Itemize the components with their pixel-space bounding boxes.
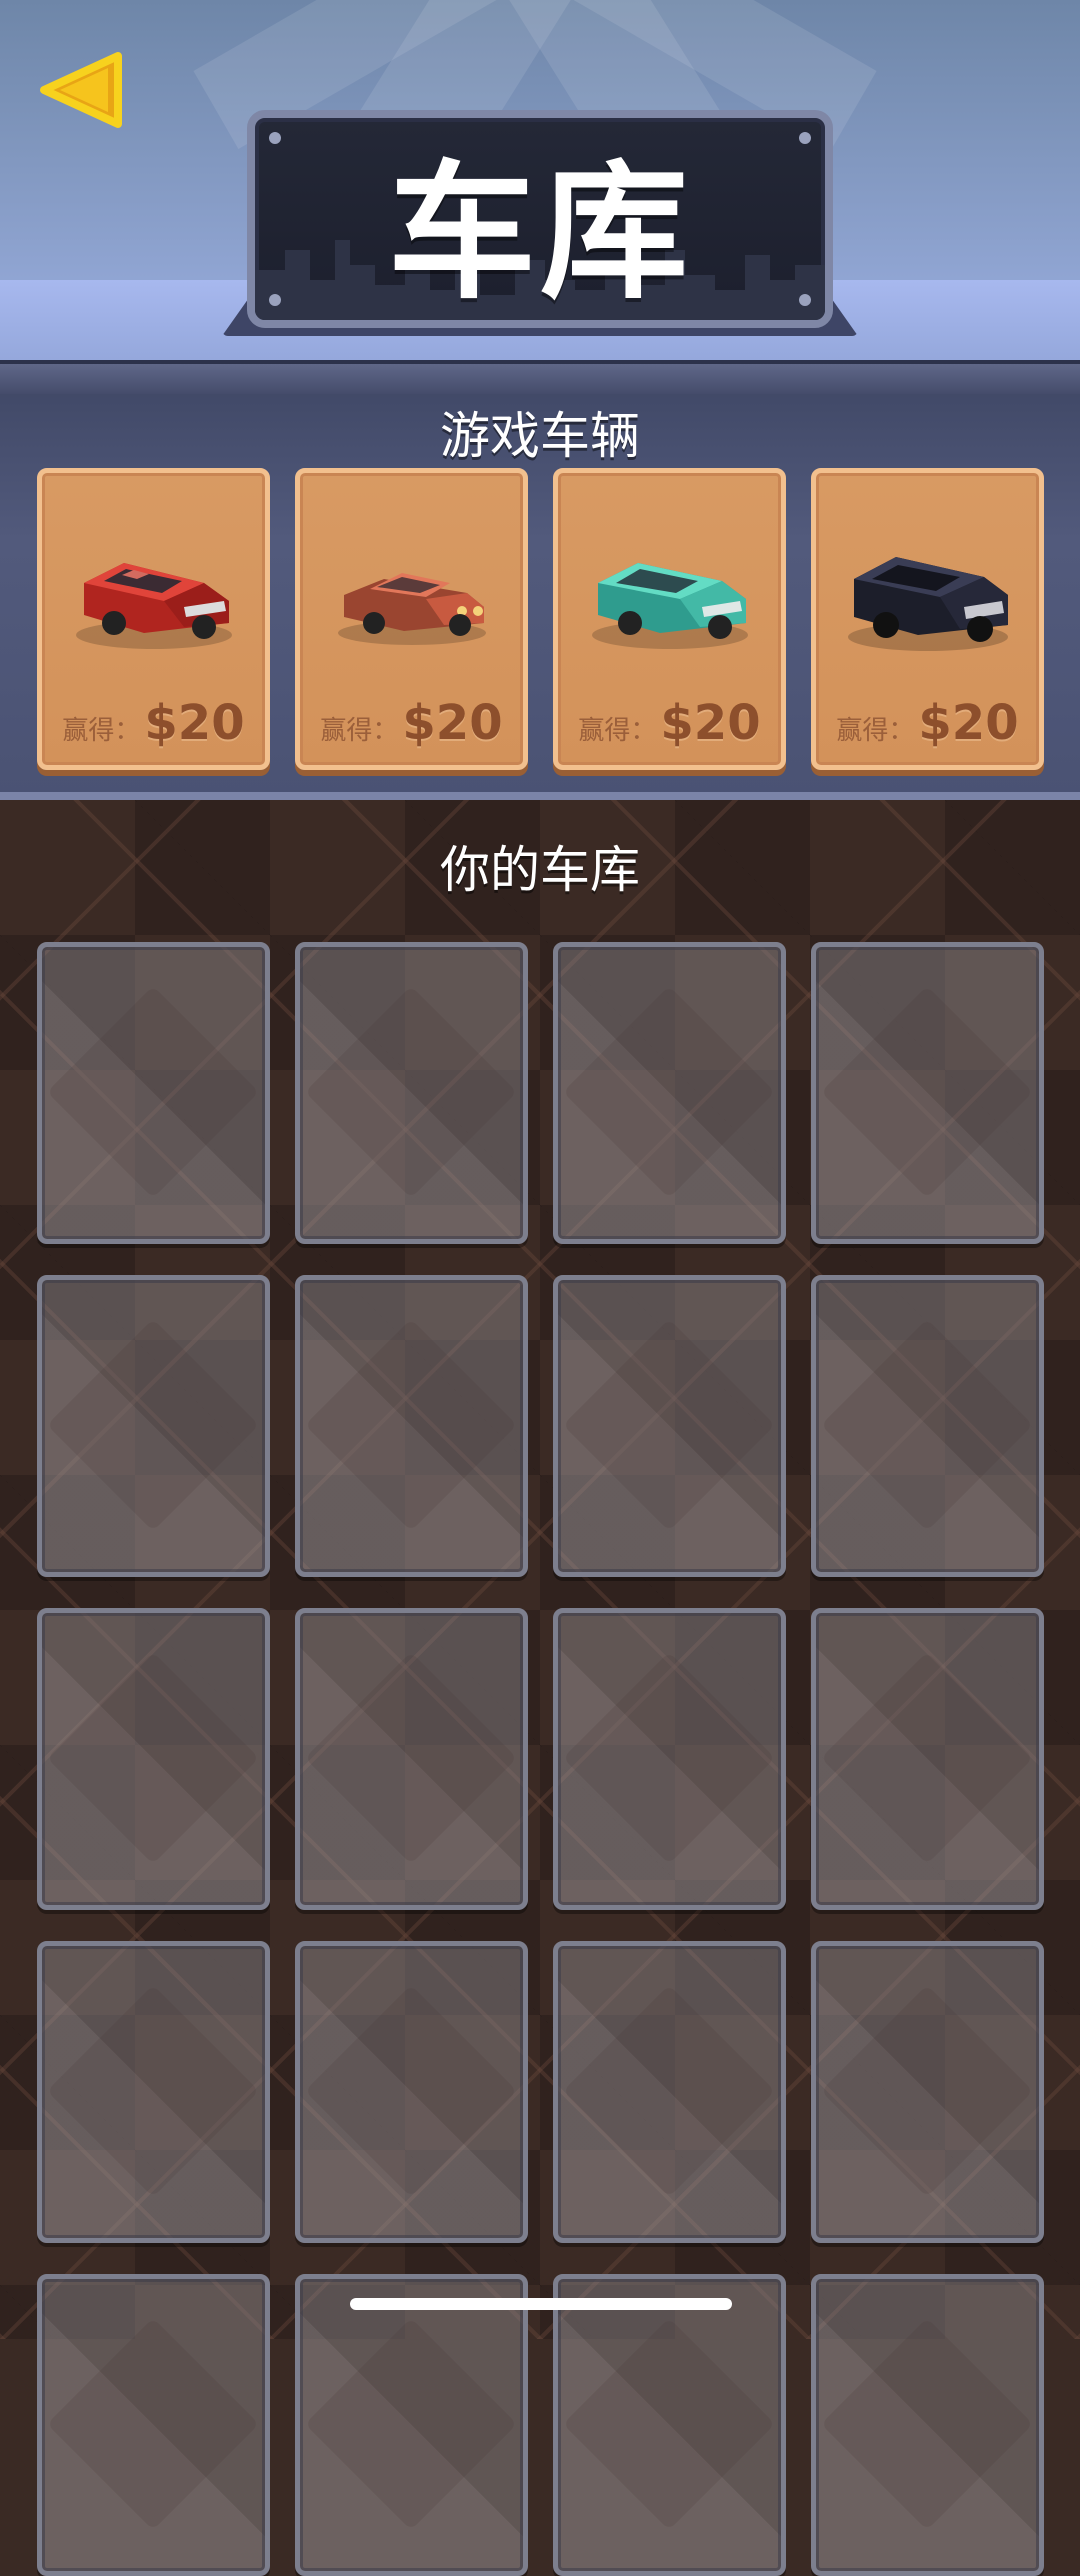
home-indicator[interactable] — [350, 2298, 732, 2310]
black-suv-icon — [848, 557, 1008, 651]
slot-watermark-icon — [304, 2317, 518, 2531]
price-value: $20 — [144, 695, 245, 751]
price-row: 赢得： $20 — [816, 695, 1039, 751]
price-row: 赢得： $20 — [42, 695, 265, 751]
slot-watermark-icon — [304, 1651, 518, 1865]
slot-watermark-icon — [562, 1651, 776, 1865]
car-card-orange-sedan[interactable]: 赢得： $20 — [295, 468, 528, 770]
garage-slot[interactable] — [811, 1275, 1044, 1577]
slot-watermark-icon — [820, 985, 1034, 1199]
slot-watermark-icon — [820, 1318, 1034, 1532]
orange-sedan-icon — [338, 573, 486, 645]
garage-slot[interactable] — [295, 1608, 528, 1910]
slot-watermark-icon — [46, 1651, 260, 1865]
page-title: 车库 — [388, 146, 692, 319]
garage-slot[interactable] — [37, 1941, 270, 2243]
slot-watermark-icon — [562, 985, 776, 1199]
car-card-red-suv[interactable]: 赢得： $20 — [37, 468, 270, 770]
slot-watermark-icon — [304, 985, 518, 1199]
garage-slot[interactable] — [295, 942, 528, 1244]
title-plate: 车库 — [247, 110, 833, 328]
garage-slot[interactable] — [295, 1941, 528, 2243]
garage-slot[interactable] — [37, 1608, 270, 1910]
slot-watermark-icon — [562, 1984, 776, 2198]
slot-watermark-icon — [304, 1984, 518, 2198]
price-value: $20 — [660, 695, 761, 751]
slot-watermark-icon — [46, 1318, 260, 1532]
back-button[interactable] — [38, 50, 124, 130]
price-value: $20 — [402, 695, 503, 751]
price-label: 赢得： — [62, 716, 141, 746]
price-label: 赢得： — [836, 716, 915, 746]
garage-slot[interactable] — [553, 1608, 786, 1910]
price-row: 赢得： $20 — [300, 695, 523, 751]
game-vehicles-title: 游戏车辆 — [440, 407, 640, 465]
red-suv-icon — [76, 563, 232, 649]
price-value: $20 — [918, 695, 1019, 751]
garage-slot[interactable] — [553, 1275, 786, 1577]
garage-slot[interactable] — [811, 942, 1044, 1244]
garage-slot[interactable] — [553, 1941, 786, 2243]
slot-watermark-icon — [562, 2317, 776, 2531]
garage-slot[interactable] — [37, 2274, 270, 2576]
price-row: 赢得： $20 — [558, 695, 781, 751]
slot-watermark-icon — [46, 1984, 260, 2198]
garage-slot[interactable] — [553, 2274, 786, 2576]
garage-slot[interactable] — [811, 2274, 1044, 2576]
slot-watermark-icon — [562, 1318, 776, 1532]
garage-slot[interactable] — [37, 1275, 270, 1577]
teal-suv-icon — [592, 563, 748, 649]
garage-slot[interactable] — [553, 942, 786, 1244]
garage-slot[interactable] — [811, 1608, 1044, 1910]
garage-slot[interactable] — [295, 2274, 528, 2576]
slot-watermark-icon — [820, 1651, 1034, 1865]
slot-watermark-icon — [304, 1318, 518, 1532]
price-label: 赢得： — [320, 716, 399, 746]
price-label: 赢得： — [578, 716, 657, 746]
slot-watermark-icon — [820, 2317, 1034, 2531]
garage-slot[interactable] — [295, 1275, 528, 1577]
car-card-black-suv[interactable]: 赢得： $20 — [811, 468, 1044, 770]
slot-watermark-icon — [46, 2317, 260, 2531]
garage-slot[interactable] — [37, 942, 270, 1244]
back-triangle-icon — [40, 52, 122, 128]
garage-title: 你的车库 — [440, 841, 640, 899]
car-card-teal-suv[interactable]: 赢得： $20 — [553, 468, 786, 770]
slot-watermark-icon — [46, 985, 260, 1199]
slot-watermark-icon — [820, 1984, 1034, 2198]
garage-slot[interactable] — [811, 1941, 1044, 2243]
